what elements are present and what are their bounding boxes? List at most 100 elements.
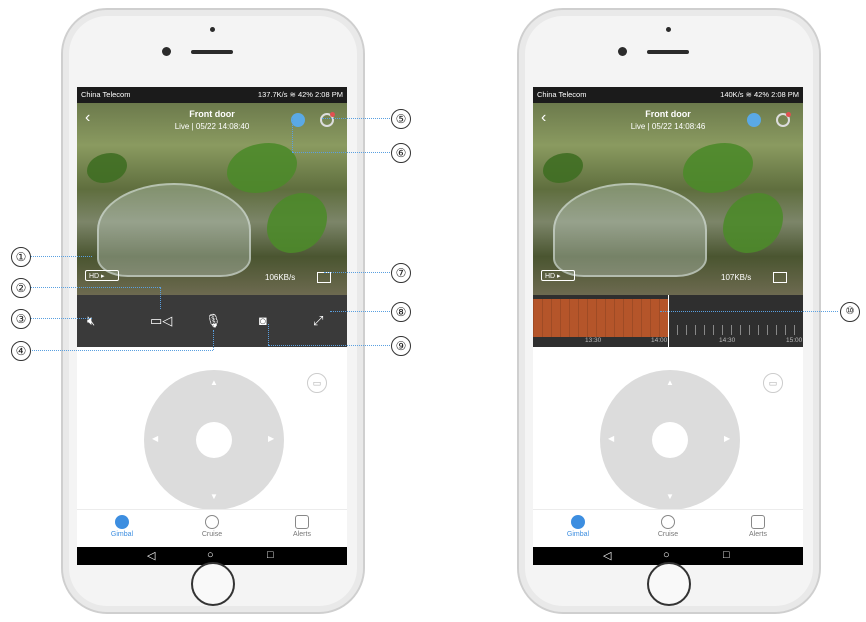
tab-cruise[interactable]: Cruise xyxy=(182,515,242,538)
callout-line-3 xyxy=(30,318,92,319)
expand-icon[interactable]: ⤢ xyxy=(313,313,323,329)
video-scene-leaf xyxy=(87,153,127,183)
callout-6: ⑥ xyxy=(391,143,411,163)
status-right: 140K/s ≋ 42% 2:08 PM xyxy=(720,90,799,99)
timeline-cursor[interactable] xyxy=(668,295,669,347)
callout-4: ④ xyxy=(11,341,31,361)
tab-alerts[interactable]: Alerts xyxy=(728,515,788,538)
callout-3: ③ xyxy=(11,309,31,329)
sensor-dot xyxy=(666,27,671,32)
gimbal-icon xyxy=(115,515,129,529)
message-icon xyxy=(295,515,309,529)
pan-down-icon[interactable]: ▼ xyxy=(210,492,218,501)
pan-up-icon[interactable]: ▲ xyxy=(666,378,674,387)
callout-line-2 xyxy=(30,287,160,288)
video-scene-leaf xyxy=(723,193,783,253)
bitrate-label: 107KB/s xyxy=(721,273,752,282)
live-timestamp: Live | 05/22 14:08:40 xyxy=(174,122,250,131)
callout-10: ⑩ xyxy=(840,302,860,322)
callout-line-4 xyxy=(30,350,213,351)
nav-home-button[interactable]: ○ xyxy=(663,549,670,561)
playback-timeline[interactable]: 13:30 14:00 14:30 15:00 xyxy=(533,295,803,347)
timeline-ticks xyxy=(668,325,803,335)
callout-line-2-vertical xyxy=(160,287,161,309)
video-scene-leaf xyxy=(683,143,753,193)
video-scene-jar xyxy=(553,183,707,277)
cloud-icon[interactable] xyxy=(291,113,305,127)
record-icon[interactable]: ▭◁ xyxy=(150,313,172,329)
window-mode-icon[interactable] xyxy=(773,272,787,283)
tab-divider xyxy=(533,509,803,510)
joystick-center[interactable] xyxy=(196,422,232,458)
settings-icon[interactable] xyxy=(320,112,335,127)
tab-label: Cruise xyxy=(201,531,223,538)
gimbal-joystick[interactable]: ▲ ▼ ◀ ▶ xyxy=(144,370,284,510)
recorded-segment[interactable] xyxy=(533,299,668,337)
callout-line-5 xyxy=(322,118,390,119)
timeline-label: 14:00 xyxy=(651,337,668,344)
location-pin-icon xyxy=(205,515,219,529)
gimbal-joystick[interactable]: ▲ ▼ ◀ ▶ xyxy=(600,370,740,510)
callout-line-8 xyxy=(330,311,390,312)
gallery-icon[interactable]: ▭ xyxy=(307,373,327,393)
pan-left-icon[interactable]: ◀ xyxy=(608,434,614,443)
video-scene-leaf xyxy=(267,193,327,253)
pan-left-icon[interactable]: ◀ xyxy=(152,434,158,443)
carrier-label: China Telecom xyxy=(537,90,587,99)
quality-button[interactable]: HD ▸ xyxy=(541,270,575,281)
timeline-label: 13:30 xyxy=(585,337,602,344)
video-scene-leaf xyxy=(543,153,583,183)
tab-label: Alerts xyxy=(293,531,311,538)
pan-right-icon[interactable]: ▶ xyxy=(724,434,730,443)
callout-line-9 xyxy=(268,345,390,346)
callout-5: ⑤ xyxy=(391,109,411,129)
mic-icon[interactable]: 🎙︎ xyxy=(205,313,222,329)
tab-label: Cruise xyxy=(657,531,679,538)
status-right: 137.7K/s ≋ 42% 2:08 PM xyxy=(257,90,343,99)
camera-title: Front door xyxy=(645,109,691,119)
tab-alerts[interactable]: Alerts xyxy=(272,515,332,538)
pan-up-icon[interactable]: ▲ xyxy=(210,378,218,387)
location-pin-icon xyxy=(661,515,675,529)
window-mode-icon[interactable] xyxy=(317,272,331,283)
nav-recent-button[interactable]: □ xyxy=(267,549,274,561)
live-video[interactable]: ‹ Front door Live | 05/22 14:08:46 HD ▸ … xyxy=(533,103,803,295)
nav-back-button[interactable]: ◁ xyxy=(603,549,611,562)
cloud-icon[interactable] xyxy=(747,113,761,127)
pan-down-icon[interactable]: ▼ xyxy=(666,492,674,501)
live-timestamp: Live | 05/22 14:08:46 xyxy=(630,122,706,131)
gimbal-icon xyxy=(571,515,585,529)
callout-line-4-vertical xyxy=(213,330,214,350)
nav-back-button[interactable]: ◁ xyxy=(147,549,155,562)
app-screen: China Telecom 140K/s ≋ 42% 2:08 PM ‹ Fro… xyxy=(533,87,803,565)
quality-button[interactable]: HD ▸ xyxy=(85,270,119,281)
carrier-label: China Telecom xyxy=(81,90,131,99)
home-button[interactable] xyxy=(647,562,691,606)
settings-icon[interactable] xyxy=(776,112,791,127)
nav-recent-button[interactable]: □ xyxy=(723,549,730,561)
gallery-icon[interactable]: ▭ xyxy=(763,373,783,393)
nav-home-button[interactable]: ○ xyxy=(207,549,214,561)
control-bar: 🔇︎ ▭◁ 🎙︎ ◙ ⤢ xyxy=(77,295,347,347)
callout-line-6 xyxy=(292,152,390,153)
status-bar: China Telecom 140K/s ≋ 42% 2:08 PM xyxy=(533,87,803,103)
joystick-center[interactable] xyxy=(652,422,688,458)
tab-label: Gimbal xyxy=(110,531,134,538)
callout-line-6-vertical xyxy=(292,118,293,152)
tab-cruise[interactable]: Cruise xyxy=(638,515,698,538)
video-scene-leaf xyxy=(227,143,297,193)
callout-2: ② xyxy=(11,278,31,298)
earpiece-speaker xyxy=(647,50,689,54)
mute-icon[interactable]: 🔇︎ xyxy=(87,313,95,329)
video-scene-jar xyxy=(97,183,251,277)
phone-left: China Telecom 137.7K/s ≋ 42% 2:08 PM ‹ F… xyxy=(61,8,365,614)
pan-right-icon[interactable]: ▶ xyxy=(268,434,274,443)
tab-gimbal[interactable]: Gimbal xyxy=(548,515,608,538)
bitrate-label: 106KB/s xyxy=(265,273,296,282)
home-button[interactable] xyxy=(191,562,235,606)
app-screen: China Telecom 137.7K/s ≋ 42% 2:08 PM ‹ F… xyxy=(77,87,347,565)
live-video[interactable]: ‹ Front door Live | 05/22 14:08:40 HD ▸ … xyxy=(77,103,347,295)
callout-line-7 xyxy=(324,272,390,273)
tab-gimbal[interactable]: Gimbal xyxy=(92,515,152,538)
snapshot-icon[interactable]: ◙ xyxy=(259,313,267,328)
